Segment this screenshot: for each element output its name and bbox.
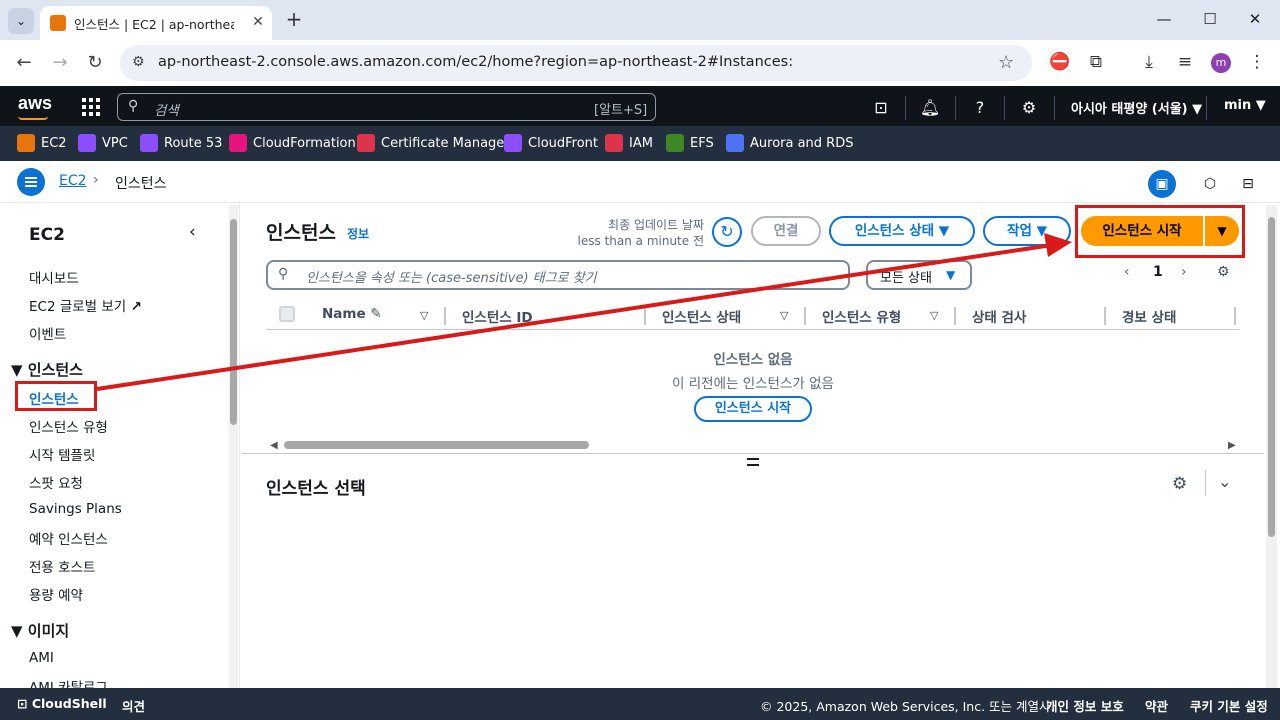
cloudshell-button[interactable]: ⊡ CloudShell <box>17 696 107 711</box>
terms-link[interactable]: 약관 <box>1145 696 1168 715</box>
feedback-link[interactable]: 의견 <box>122 696 145 715</box>
copyright-text: © 2025, Amazon Web Services, Inc. 또는 계열사… <box>760 699 1055 714</box>
cloudshell-icon: ⊡ <box>17 696 28 711</box>
privacy-link[interactable]: 개인 정보 보호 <box>1046 696 1124 715</box>
annotation-arrow <box>96 233 1072 391</box>
cookie-preferences-link[interactable]: 쿠키 기본 설정 <box>1190 696 1268 715</box>
